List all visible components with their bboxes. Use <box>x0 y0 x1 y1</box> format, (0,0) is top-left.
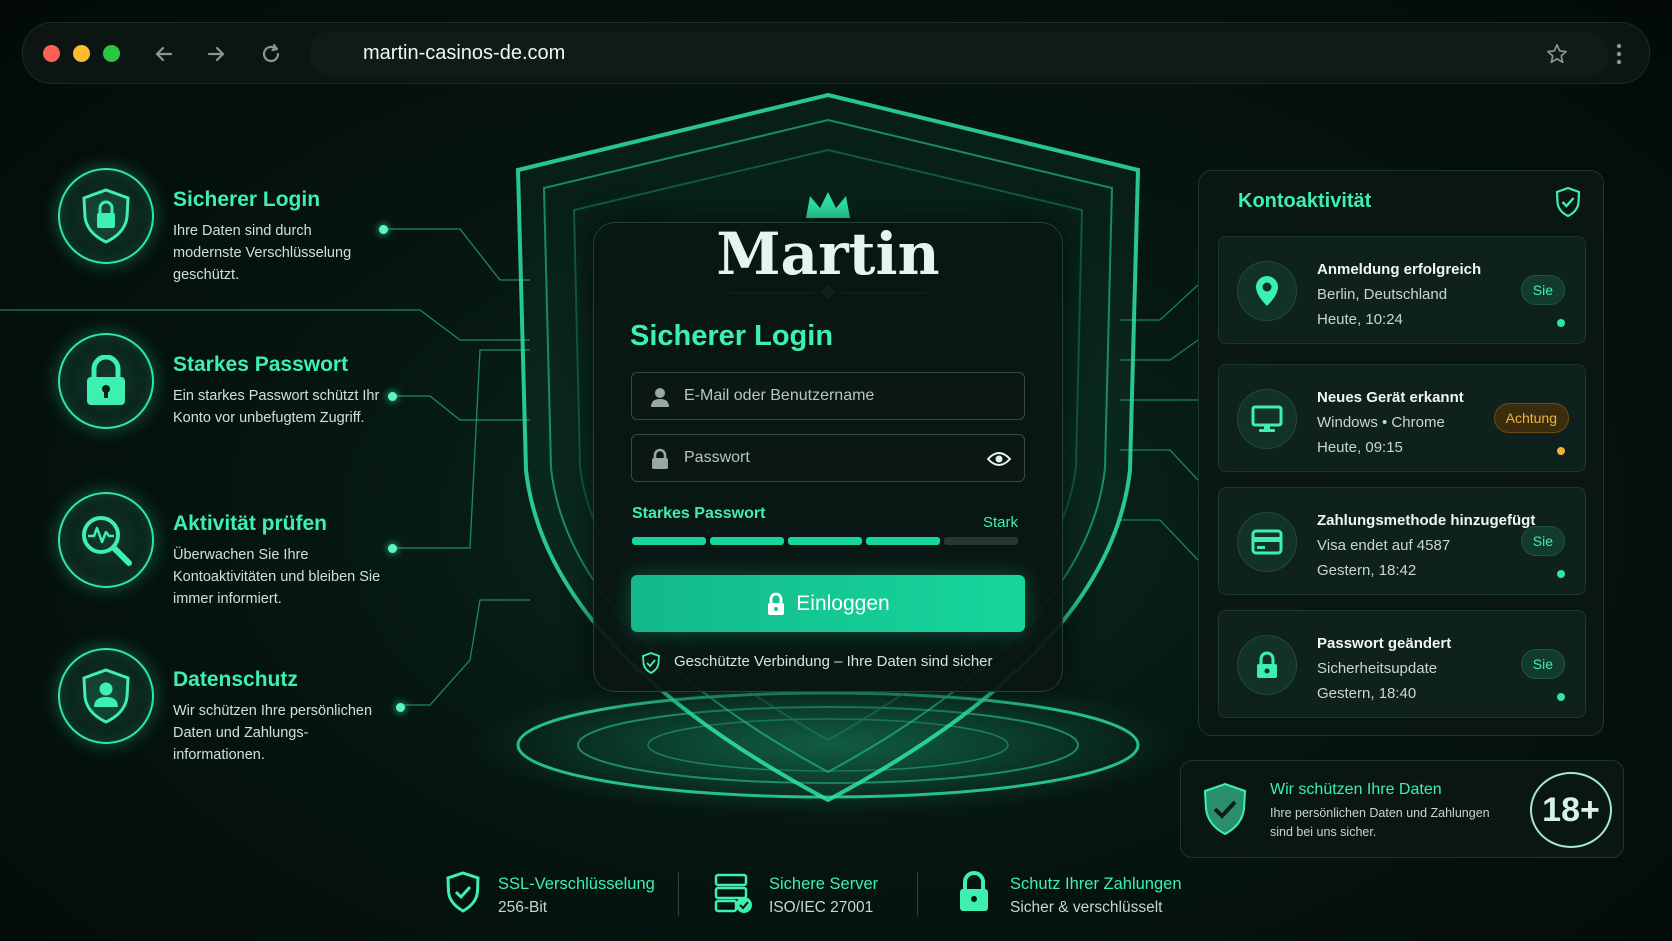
activity-detail: Windows • Chrome <box>1317 414 1445 431</box>
divider <box>678 872 679 916</box>
protection-title: Wir schützen Ihre Daten <box>1270 781 1442 798</box>
shield-check-icon <box>443 870 483 914</box>
strength-segment <box>944 537 1018 545</box>
padlock-icon <box>956 870 992 914</box>
feature-title: Sicherer Login <box>173 188 321 211</box>
status-badge: Sie <box>1520 275 1565 305</box>
strength-segment <box>632 537 706 545</box>
close-window-dot[interactable] <box>43 45 60 62</box>
protection-description: Ihre persönlichen Daten und Zahlungen si… <box>1270 806 1490 839</box>
password-strength-label: Starkes Passwort <box>632 505 766 522</box>
back-arrow-icon[interactable] <box>147 37 181 71</box>
password-strength-value: Stark <box>983 514 1019 531</box>
feature-description: Ein starkes Passwort schützt Ihr Konto v… <box>173 388 380 426</box>
activity-item[interactable]: Neues Gerät erkannt Windows • Chrome Heu… <box>1218 364 1586 472</box>
padlock-icon <box>1237 635 1297 695</box>
status-dot <box>1557 319 1565 327</box>
secure-connection-note: Geschützte Verbindung – Ihre Daten sind … <box>674 653 993 670</box>
lock-icon <box>648 447 672 471</box>
activity-title-text: Neues Gerät erkannt <box>1317 389 1464 406</box>
activity-time: Gestern, 18:40 <box>1317 685 1417 702</box>
browser-toolbar: martin-casinos-de.com <box>22 22 1650 84</box>
activity-title: Kontoaktivität <box>1238 190 1372 212</box>
trust-title: Schutz Ihrer Zahlungen <box>1010 875 1182 893</box>
forward-arrow-icon[interactable] <box>199 37 233 71</box>
status-badge: Sie <box>1520 649 1565 679</box>
status-dot <box>1557 693 1565 701</box>
user-icon <box>648 385 672 409</box>
connector-dot <box>388 392 397 401</box>
feature-title: Aktivität prüfen <box>173 512 328 535</box>
trust-subtitle: Sicher & verschlüsselt <box>1010 899 1163 916</box>
activity-time: Gestern, 18:42 <box>1317 562 1417 579</box>
server-check-icon <box>712 871 754 915</box>
login-button-label: Einloggen <box>796 591 890 615</box>
maximize-window-dot[interactable] <box>103 45 120 62</box>
trust-title: SSL-Verschlüsselung <box>498 875 655 893</box>
password-field[interactable]: Passwort <box>631 434 1025 482</box>
location-pin-icon <box>1237 261 1297 321</box>
magnifier-activity-icon <box>58 492 154 588</box>
strength-segment <box>866 537 940 545</box>
divider <box>917 872 918 916</box>
password-placeholder: Passwort <box>684 449 750 466</box>
url-text[interactable]: martin-casinos-de.com <box>363 42 565 65</box>
username-placeholder: E-Mail oder Benutzername <box>684 387 875 404</box>
activity-detail: Visa endet auf 4587 <box>1317 537 1451 554</box>
shield-user-icon <box>58 648 154 744</box>
feature-privacy: Datenschutz Wir schützen Ihre persönlich… <box>58 648 398 778</box>
shield-check-icon <box>640 652 662 674</box>
activity-title-text: Passwort geändert <box>1317 635 1452 652</box>
activity-item[interactable]: Passwort geändert Sicherheitsupdate Gest… <box>1218 610 1586 718</box>
activity-title-text: Zahlungsmethode hinzugefügt <box>1317 512 1536 529</box>
activity-item[interactable]: Anmeldung erfolgreich Berlin, Deutschlan… <box>1218 236 1586 344</box>
connector-dot <box>396 703 405 712</box>
padlock-icon <box>58 333 154 429</box>
reload-icon[interactable] <box>254 37 288 71</box>
activity-time: Heute, 10:24 <box>1317 311 1403 328</box>
status-badge: Sie <box>1520 526 1565 556</box>
trust-subtitle: ISO/IEC 27001 <box>769 899 874 916</box>
feature-title: Datenschutz <box>173 668 298 691</box>
age-restriction-badge: 18+ <box>1530 772 1612 848</box>
login-title: Sicherer Login <box>630 320 834 352</box>
feature-description: Wir schützen Ihre persönlichen Daten und… <box>173 703 373 763</box>
star-icon[interactable] <box>1540 37 1574 71</box>
lock-icon <box>766 592 786 616</box>
minimize-window-dot[interactable] <box>73 45 90 62</box>
status-dot <box>1557 570 1565 578</box>
shield-check-icon <box>1198 780 1252 838</box>
feature-check-activity: Aktivität prüfen Überwachen Sie Ihre Kon… <box>58 492 398 622</box>
activity-detail: Sicherheitsupdate <box>1317 660 1438 677</box>
username-field[interactable]: E-Mail oder Benutzername <box>631 372 1025 420</box>
strength-segment <box>788 537 862 545</box>
activity-item[interactable]: Zahlungsmethode hinzugefügt Visa endet a… <box>1218 487 1586 595</box>
activity-detail: Berlin, Deutschland <box>1317 286 1448 303</box>
activity-time: Heute, 09:15 <box>1317 439 1403 456</box>
feature-title: Starkes Passwort <box>173 353 349 376</box>
more-vertical-icon[interactable] <box>1602 37 1636 71</box>
activity-title-text: Anmeldung erfolgreich <box>1317 261 1482 278</box>
trust-subtitle: 256-Bit <box>498 899 548 916</box>
connector-dot <box>388 544 397 553</box>
trust-title: Sichere Server <box>769 875 879 893</box>
credit-card-icon <box>1237 512 1297 572</box>
login-button[interactable]: Einloggen <box>631 575 1025 632</box>
status-dot <box>1557 447 1565 455</box>
shield-check-icon <box>1553 186 1583 218</box>
monitor-icon <box>1237 389 1297 449</box>
feature-description: Überwachen Sie Ihre Kontoaktivitäten und… <box>173 547 381 607</box>
strength-segment <box>710 537 784 545</box>
feature-strong-password: Starkes Passwort Ein starkes Passwort sc… <box>58 333 398 463</box>
eye-icon[interactable] <box>986 447 1012 471</box>
warning-badge: Achtung <box>1493 403 1569 433</box>
